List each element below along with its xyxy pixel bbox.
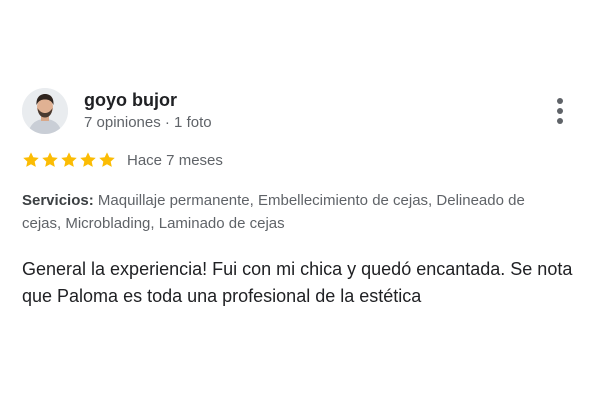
more-vertical-icon-dot: [557, 118, 563, 124]
star-icon: [23, 152, 39, 167]
services: Servicios: Maquillaje permanente, Embell…: [22, 189, 562, 235]
more-vertical-icon: [557, 98, 563, 104]
star-icon: [61, 152, 77, 167]
review-text: General la experiencia! Fui con mi chica…: [22, 259, 573, 306]
star-icon: [80, 152, 96, 167]
star-icon: [42, 152, 58, 167]
more-vertical-icon-dot: [557, 108, 563, 114]
more-options-button[interactable]: [548, 96, 572, 126]
services-label: Servicios:: [22, 192, 94, 209]
services-list: Maquillaje permanente, Embellecimiento d…: [22, 192, 525, 232]
review-time: Hace 7 meses: [127, 151, 223, 169]
author-name[interactable]: goyo bujor: [84, 89, 177, 111]
author-meta: 7 opiniones · 1 foto: [84, 114, 212, 131]
star-rating: [22, 151, 117, 169]
star-icon: [99, 152, 115, 167]
rating-row: Hace 7 meses: [22, 149, 223, 171]
review-card: goyo bujor 7 opiniones · 1 foto Hace 7 m…: [0, 0, 600, 400]
avatar[interactable]: [22, 88, 68, 134]
